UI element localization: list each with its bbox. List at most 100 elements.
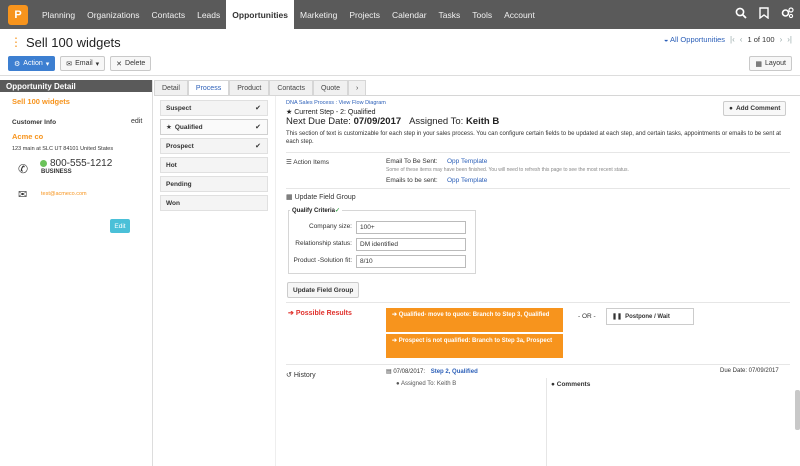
- check-icon: ✔: [255, 105, 261, 112]
- delete-button[interactable]: ✕ Delete: [110, 56, 152, 71]
- emails-sent-label: Emails to be sent:: [386, 177, 438, 184]
- customer-info-heading: Customer Info: [12, 119, 57, 126]
- layout-button[interactable]: ▦ Layout: [749, 56, 792, 71]
- history-date: 07/08/2017:: [393, 369, 426, 375]
- next-icon[interactable]: ›: [780, 35, 783, 44]
- last-icon[interactable]: ›|: [787, 35, 792, 44]
- nav-projects[interactable]: Projects: [343, 0, 386, 29]
- stage-won[interactable]: Won: [160, 195, 268, 211]
- arrow-icon: ➔: [392, 338, 398, 344]
- email-button[interactable]: ✉ Email ▾: [60, 56, 106, 71]
- action-items-heading: ☰ Action Items: [286, 158, 329, 166]
- stage-list: Suspect ✔ ★ Qualified ✔ Prospect ✔ Hot P…: [160, 100, 268, 214]
- comment-icon: ●: [729, 105, 733, 112]
- tab-detail[interactable]: Detail: [154, 80, 188, 96]
- nav-opportunities[interactable]: Opportunities: [226, 0, 294, 29]
- email-template-link[interactable]: Opp Template: [447, 158, 487, 165]
- first-icon[interactable]: |‹: [730, 35, 735, 44]
- check-icon: ✓: [335, 208, 341, 214]
- page-title: Sell 100 widgets: [26, 34, 121, 50]
- scrollbar[interactable]: [795, 390, 800, 430]
- process-links[interactable]: DNA Sales Process : View Flow Diagram: [286, 100, 790, 106]
- prev-icon[interactable]: ‹: [740, 35, 743, 44]
- pager-position: 1 of 100: [747, 35, 775, 44]
- solution-fit-input[interactable]: 8/10: [356, 255, 466, 268]
- list-icon: ☰: [286, 159, 292, 166]
- all-opportunities-label: All Opportunities: [670, 35, 726, 44]
- stage-prospect[interactable]: Prospect ✔: [160, 138, 268, 154]
- assigned-label: Assigned To:: [409, 116, 464, 127]
- nav-calendar[interactable]: Calendar: [386, 0, 433, 29]
- result-option-not-qualified[interactable]: ➔ Prospect is not qualified: Branch to S…: [386, 334, 563, 358]
- search-icon[interactable]: [735, 7, 747, 22]
- result-option-label: Prospect is not qualified: Branch to Ste…: [398, 338, 553, 344]
- stage-label: Hot: [166, 161, 177, 169]
- current-step-label: Current Step - 2: Qualified: [294, 109, 376, 116]
- result-option-qualified[interactable]: ➔ Qualified- move to quote: Branch to St…: [386, 308, 563, 332]
- current-step: ★ Current Step - 2: Qualified: [286, 108, 790, 116]
- filter-icon: ◒: [663, 35, 669, 44]
- detail-tabs: Detail Process Product Contacts Quote ›: [154, 80, 367, 96]
- nav-organizations[interactable]: Organizations: [81, 0, 145, 29]
- nav-leads[interactable]: Leads: [191, 0, 226, 29]
- app-logo[interactable]: P: [8, 4, 28, 25]
- nav-marketing[interactable]: Marketing: [294, 0, 343, 29]
- edit-customer-link[interactable]: edit: [131, 118, 142, 125]
- nav-planning[interactable]: Planning: [36, 0, 81, 29]
- email-to-send-label: Email To Be Sent:: [386, 158, 438, 165]
- history-assigned: ● Assigned To: Keith B: [396, 381, 456, 387]
- nav-tools[interactable]: Tools: [466, 0, 498, 29]
- stage-label: Suspect: [166, 104, 192, 112]
- tab-product[interactable]: Product: [229, 80, 270, 96]
- tabs-more-icon[interactable]: ›: [348, 80, 367, 96]
- field-label-relationship: Relationship status:: [295, 240, 352, 247]
- action-items-label: Action Items: [293, 159, 330, 166]
- history-entry: ▤ 07/08/2017: Step 2, Qualified: [386, 368, 478, 375]
- star-icon: ★: [166, 124, 172, 131]
- criteria-label: Qualify Criteria: [292, 208, 336, 214]
- email-to-send-row: Email To Be Sent: Opp Template: [386, 158, 487, 165]
- relationship-status-input[interactable]: DM identified: [356, 238, 466, 251]
- edit-button[interactable]: Edit: [110, 219, 130, 233]
- stage-hot[interactable]: Hot: [160, 157, 268, 173]
- bookmark-icon[interactable]: [759, 7, 769, 22]
- all-opportunities-link[interactable]: ◒ All Opportunities: [664, 35, 725, 44]
- panel-header: Opportunity Detail: [0, 80, 152, 92]
- chevron-down-icon: ▾: [95, 60, 100, 68]
- due-assigned-row: Next Due Date: 07/09/2017 Assigned To: K…: [286, 116, 790, 127]
- emails-sent-row: Emails to be sent: Opp Template: [386, 177, 487, 184]
- tab-process[interactable]: Process: [187, 80, 230, 96]
- section-divider: [286, 152, 790, 153]
- history-step-link[interactable]: Step 2, Qualified: [431, 369, 478, 375]
- nav-tasks[interactable]: Tasks: [433, 0, 467, 29]
- tab-contacts[interactable]: Contacts: [269, 80, 313, 96]
- stage-label: Won: [166, 199, 180, 207]
- company-link[interactable]: Acme co: [12, 132, 43, 141]
- stage-suspect[interactable]: Suspect ✔: [160, 100, 268, 116]
- envelope-icon: ✉: [66, 60, 73, 68]
- phone-number[interactable]: 800-555-1212: [50, 158, 112, 169]
- nav-account[interactable]: Account: [498, 0, 541, 29]
- arrow-right-icon: ➔: [288, 310, 294, 317]
- stage-pending[interactable]: Pending: [160, 176, 268, 192]
- settings-icon[interactable]: [781, 7, 794, 22]
- add-comment-button[interactable]: ● Add Comment: [723, 101, 787, 116]
- layout-icon: ▦: [755, 60, 762, 68]
- email-template-link[interactable]: Opp Template: [447, 177, 487, 184]
- top-nav: P Planning Organizations Contacts Leads …: [0, 0, 800, 29]
- next-due-value: 07/09/2017: [353, 116, 402, 127]
- grid-icon: ▦: [286, 194, 293, 201]
- history-assigned-label: Assigned To: Keith B: [400, 381, 457, 387]
- stage-qualified[interactable]: ★ Qualified ✔: [160, 119, 268, 135]
- nav-contacts[interactable]: Contacts: [146, 0, 192, 29]
- tab-quote[interactable]: Quote: [312, 80, 349, 96]
- postpone-button[interactable]: ❚❚ Postpone / Wait: [606, 308, 694, 325]
- history-heading: ↺ History: [286, 371, 316, 379]
- arrow-icon: ➔: [392, 312, 398, 318]
- drag-handle-icon[interactable]: ⋮: [10, 35, 22, 49]
- update-field-group-button[interactable]: Update Field Group: [287, 282, 360, 298]
- company-size-input[interactable]: 100+: [356, 221, 466, 234]
- email-link[interactable]: test@acmeco.com: [41, 191, 87, 197]
- action-button[interactable]: ⚙ Action ▾: [8, 56, 56, 71]
- star-icon: ★: [286, 109, 293, 116]
